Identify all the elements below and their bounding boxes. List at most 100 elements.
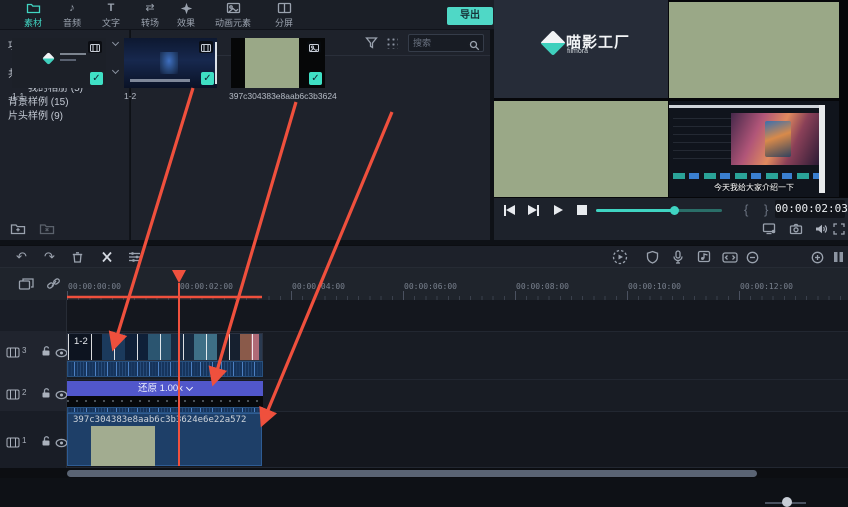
decor: [669, 105, 825, 108]
image-file-icon: [307, 41, 321, 53]
lock-icon[interactable]: [40, 386, 52, 404]
tab-label: 分屏: [262, 16, 306, 29]
sidebar-footer: [10, 222, 55, 240]
clip-label: 397c304383e8aab6c3b3624e6e22a572: [73, 415, 258, 425]
timeline-tracks: 3 2 1 1-2 还原 1.00x: [0, 300, 848, 468]
chevron-down-icon[interactable]: [112, 39, 119, 46]
selected-check-icon: ✓: [309, 72, 322, 85]
clip-audio-waveform: [67, 361, 263, 377]
grid-view-icon[interactable]: [386, 37, 398, 49]
display-settings-icon[interactable]: [762, 222, 777, 240]
lock-icon[interactable]: [40, 344, 52, 362]
stop-button[interactable]: [577, 205, 587, 215]
snapshot-camera-icon[interactable]: [789, 222, 803, 240]
preview-quadrant-logo: 喵影工厂 filmora: [494, 0, 668, 98]
image-content: [245, 38, 299, 88]
preview-quadrant-video: 今天我给大家介绍一下: [669, 101, 839, 197]
track-height-icon[interactable]: [833, 251, 844, 267]
manage-tracks-icon[interactable]: [18, 277, 35, 296]
filmora-logo-icon: [540, 30, 565, 55]
track-number: 3: [22, 346, 26, 355]
audio-note-icon[interactable]: [697, 250, 711, 267]
ruler-ticks: [67, 291, 848, 300]
volume-icon[interactable]: [814, 222, 828, 240]
timeline-clip-video-1-2[interactable]: 1-2: [67, 333, 263, 377]
tab-elements[interactable]: 动画元素: [207, 2, 259, 29]
preview-quadrant-green-top: [669, 2, 839, 98]
track-3-header: 3: [0, 331, 66, 379]
sidebar-item-intro-samples[interactable]: 片头样例 (9): [0, 107, 130, 120]
microphone-icon[interactable]: [672, 250, 684, 268]
zoom-in-icon[interactable]: [811, 251, 824, 268]
tab-splitscreen[interactable]: 分屏: [262, 2, 306, 29]
player-controls: { } 00:00:02:03: [494, 198, 848, 240]
marker-range-icon[interactable]: [722, 251, 738, 267]
play-button[interactable]: [554, 205, 563, 215]
seek-slider[interactable]: [596, 209, 722, 212]
previous-frame-button[interactable]: [504, 205, 515, 216]
seek-slider-handle[interactable]: [670, 206, 679, 215]
adjust-settings-icon[interactable]: [128, 251, 141, 267]
playhead-line[interactable]: [178, 283, 180, 466]
tab-text[interactable]: T 文字: [89, 2, 133, 29]
mark-in-out-icons[interactable]: { }: [744, 202, 774, 217]
timeline-clip-speed-bar[interactable]: 还原 1.00x: [67, 381, 263, 396]
scissors-split-icon[interactable]: [100, 250, 114, 268]
split-screen-icon: [262, 2, 306, 15]
delete-icon[interactable]: [71, 251, 84, 268]
decor: [60, 59, 76, 61]
media-item-1-2[interactable]: ✓: [124, 38, 217, 88]
picture-icon: [207, 2, 259, 15]
search-input[interactable]: [413, 36, 469, 50]
ruler-label: 00:00:12:00: [740, 282, 793, 291]
filmora-logo-icon: [42, 52, 55, 65]
tab-effects[interactable]: 效果: [164, 2, 208, 29]
timeline-zoom-handle[interactable]: [782, 497, 792, 507]
undo-icon[interactable]: ↶: [16, 249, 27, 265]
shield-icon[interactable]: [646, 250, 659, 268]
track-1-header: 1: [0, 411, 66, 467]
chevron-down-icon[interactable]: [186, 384, 193, 391]
link-icon[interactable]: [46, 277, 61, 296]
redo-icon[interactable]: ↷: [44, 249, 55, 265]
render-preview-icon[interactable]: [612, 249, 628, 269]
track-number: 2: [22, 388, 26, 397]
filter-icon[interactable]: [365, 36, 378, 54]
tab-label: 效果: [164, 16, 208, 29]
speed-label: 还原 1.00x: [138, 383, 183, 394]
fullscreen-icon[interactable]: [833, 222, 845, 240]
timeline-clip-beat-strip[interactable]: [67, 396, 263, 407]
video-track-icon: [6, 435, 20, 453]
add-folder-icon[interactable]: [10, 222, 26, 240]
playhead-pin[interactable]: [172, 270, 186, 283]
tab-label: 素材: [11, 16, 55, 29]
divider: [0, 331, 848, 332]
media-item-1-1[interactable]: ✓: [12, 38, 106, 88]
export-button[interactable]: 导出: [447, 7, 493, 25]
chevron-down-icon[interactable]: [112, 67, 119, 74]
tab-audio[interactable]: ♪ 音频: [50, 2, 94, 29]
horizontal-scrollbar[interactable]: [67, 470, 757, 477]
timeline-clip-image[interactable]: 397c304383e8aab6c3b3624e6e22a572: [67, 413, 262, 466]
timeline-ruler[interactable]: 00:00:00:00 00:00:02:00 00:00:04:00 00:0…: [0, 268, 848, 300]
ruler-label: 00:00:08:00: [516, 282, 569, 291]
next-frame-button[interactable]: [528, 205, 539, 216]
text-tool-icon: T: [89, 2, 133, 15]
media-item-image[interactable]: ✓: [231, 38, 325, 88]
lock-icon[interactable]: [40, 434, 52, 452]
track-number: 1: [22, 436, 26, 445]
search-icon: [469, 38, 480, 56]
zoom-out-icon[interactable]: [746, 251, 759, 268]
selected-check-icon: ✓: [201, 72, 214, 85]
ruler-label: 00:00:10:00: [628, 282, 681, 291]
video-file-icon: [199, 41, 213, 53]
brand-subtitle: filmora: [567, 48, 588, 55]
delete-folder-icon[interactable]: [39, 222, 55, 240]
media-item-name: 1-1: [12, 91, 24, 101]
decor: [673, 111, 733, 159]
video-file-icon: [88, 41, 102, 53]
ruler-label: 00:00:06:00: [404, 282, 457, 291]
decor: [819, 105, 825, 193]
timeline-toolbar: ↶ ↷: [0, 245, 848, 268]
tab-media[interactable]: 素材: [11, 2, 55, 29]
